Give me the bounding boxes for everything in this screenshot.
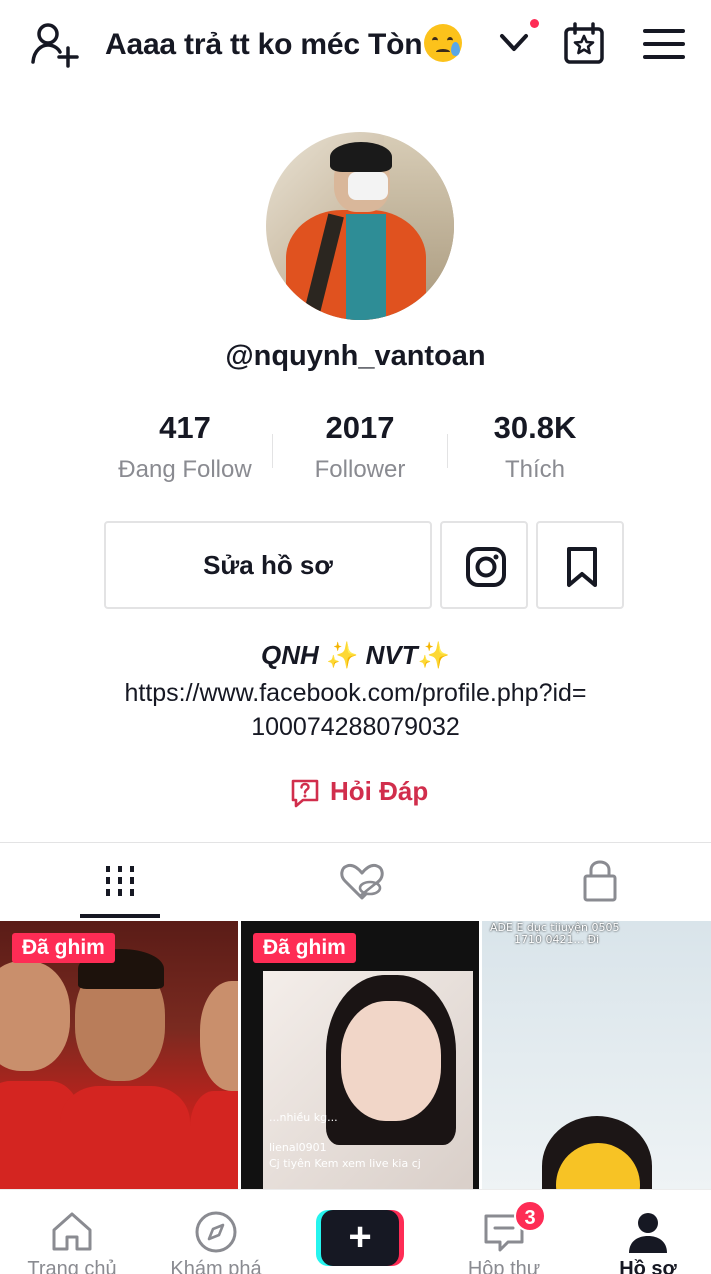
live-chat-line: lienal0901 <box>269 1141 327 1154</box>
nav-inbox[interactable]: 3 Hộp thư <box>434 1190 574 1274</box>
pinned-badge: Đã ghim <box>253 933 356 963</box>
bottom-navigation: Trang chủ Khám phá + 3 Hộp thư Hồ sơ <box>0 1189 711 1274</box>
following-count: 417 <box>159 410 211 445</box>
following-stat[interactable]: 417 Đang Follow <box>100 410 270 484</box>
likes-count: 30.8K <box>493 410 577 445</box>
menu-icon[interactable] <box>642 26 686 62</box>
qa-label: Hỏi Đáp <box>330 776 429 806</box>
likes-stat[interactable]: 30.8K Thích <box>450 410 620 484</box>
followers-label: Follower <box>314 456 406 483</box>
stat-divider <box>272 434 273 468</box>
tabs-divider <box>0 842 711 843</box>
account-name: Aaaa trả tt ko méc Tòn <box>105 28 423 61</box>
video-thumbnail[interactable]: ...nhiều kg... lienal0901 Cj tiyên Kem x… <box>241 921 479 1189</box>
bio-names: QNH ✨ NVT✨ <box>0 640 711 671</box>
grid-icon <box>106 866 134 896</box>
video-thumbnail[interactable]: ADE E dục tiiuyện 0505 1710 0421... Đi <box>482 921 711 1189</box>
pinned-badge: Đã ghim <box>12 933 115 963</box>
live-chat-line: Cj tiyên Kem xem live kia cj <box>269 1157 421 1170</box>
nav-profile-label: Hồ sơ <box>619 1258 677 1274</box>
profile-avatar[interactable] <box>266 132 454 320</box>
tab-videos[interactable] <box>90 856 150 908</box>
tab-liked[interactable] <box>332 856 392 908</box>
sparkle-icon: ✨ <box>417 640 450 670</box>
followers-stat[interactable]: 2017 Follower <box>275 410 445 484</box>
live-chat-line: ...nhiều kg... <box>269 1111 338 1124</box>
stat-divider <box>447 434 448 468</box>
bio-link[interactable]: https://www.facebook.com/profile.php?id=… <box>0 676 711 744</box>
nav-profile[interactable]: Hồ sơ <box>578 1190 711 1274</box>
bio-link-line1: https://www.facebook.com/profile.php?id= <box>124 679 587 707</box>
lock-icon <box>583 860 617 902</box>
edit-profile-button[interactable]: Sửa hồ sơ <box>104 521 432 609</box>
add-friend-icon[interactable] <box>30 20 82 68</box>
crying-face-emoji-icon <box>424 24 463 62</box>
liked-hidden-icon <box>340 863 384 900</box>
instagram-icon <box>466 547 506 587</box>
favorites-button[interactable] <box>536 521 624 609</box>
profile-person-icon <box>629 1213 667 1253</box>
profile-stats: 417 Đang Follow 2017 Follower 30.8K Thíc… <box>0 410 711 490</box>
profile-header: Aaaa trả tt ko méc Tòn <box>0 0 711 90</box>
nav-explore[interactable]: Khám phá <box>146 1190 286 1274</box>
calendar-star-icon[interactable] <box>562 22 606 66</box>
bio-link-line2: 100074288079032 <box>251 713 460 741</box>
account-switcher[interactable]: Aaaa trả tt ko méc Tòn <box>105 24 463 62</box>
chevron-down-icon[interactable] <box>498 30 530 56</box>
bio-name-2: NVT <box>365 640 418 670</box>
instagram-button[interactable] <box>440 521 528 609</box>
nav-home[interactable]: Trang chủ <box>2 1190 142 1274</box>
followers-count: 2017 <box>325 410 395 445</box>
plus-icon: + <box>321 1210 399 1266</box>
active-tab-indicator <box>80 914 160 918</box>
sparkle-icon: ✨ <box>326 640 359 670</box>
notification-dot <box>530 19 539 28</box>
likes-label: Thích <box>504 456 566 483</box>
video-overlay-text: 1710 0421... Đi <box>514 933 600 946</box>
compass-icon <box>195 1211 237 1253</box>
home-icon <box>52 1212 92 1251</box>
inbox-badge: 3 <box>514 1200 546 1232</box>
nav-home-label: Trang chủ <box>27 1258 117 1274</box>
nav-inbox-label: Hộp thư <box>467 1258 541 1274</box>
profile-handle: @nquynh_vantoan <box>225 340 486 372</box>
video-thumbnail[interactable]: Đã ghim <box>0 921 238 1189</box>
following-label: Đang Follow <box>118 456 252 483</box>
bookmark-icon <box>567 547 597 587</box>
question-bubble-icon <box>291 779 319 808</box>
nav-explore-label: Khám phá <box>170 1258 262 1274</box>
create-button[interactable]: + <box>316 1210 404 1266</box>
bio-name-1: QNH <box>261 640 319 670</box>
tab-private[interactable] <box>570 856 630 908</box>
